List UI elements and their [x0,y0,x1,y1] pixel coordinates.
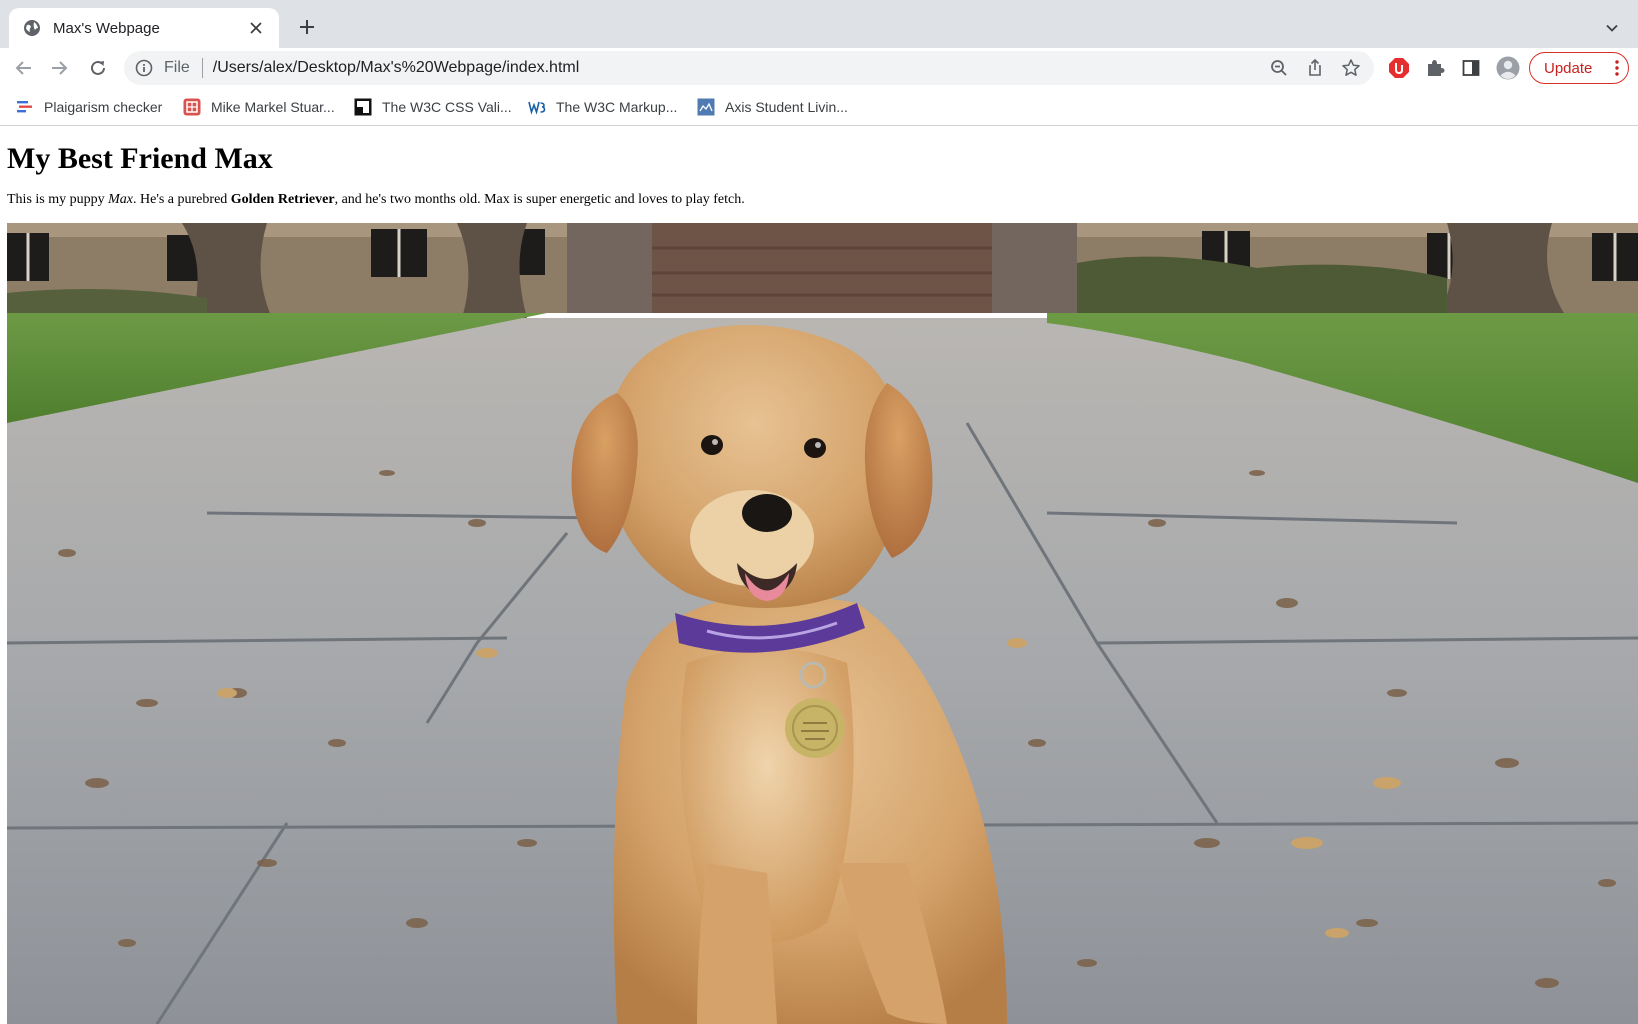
intro-text: . He's a purebred [133,192,231,207]
tab-strip: Max's Webpage [0,0,1638,48]
bookmark-label: The W3C CSS Vali... [382,99,512,115]
close-tab-icon[interactable] [245,17,267,39]
update-button[interactable]: Update [1529,52,1629,84]
page-content: My Best Friend Max This is my puppy Max.… [0,126,1638,1024]
back-arrow-icon[interactable] [10,54,38,82]
side-panel-icon[interactable] [1457,54,1485,82]
intro-text: , and he's two months old. Max is super … [334,192,745,207]
bookmarks-bar: Plaigarism checker Mike Markel Stuar... … [0,88,1638,126]
axis-student-icon [697,98,715,116]
share-icon[interactable] [1302,55,1328,81]
bookmark-plagiarism-checker[interactable]: Plaigarism checker [16,95,162,119]
profile-avatar-icon[interactable] [1494,54,1522,82]
update-label: Update [1544,59,1593,77]
chevron-down-icon[interactable] [1600,16,1624,40]
intro-text: This is my puppy [7,192,109,207]
forward-arrow-icon[interactable] [45,54,73,82]
puppy-photo [7,223,1638,1024]
bookmark-w3c-markup[interactable]: The W3C Markup... [528,95,677,119]
reload-icon[interactable] [84,54,112,82]
mike-markel-icon [183,98,201,116]
bookmark-label: The W3C Markup... [556,99,678,115]
url-input[interactable] [212,59,913,77]
w3c-markup-icon [528,98,546,116]
address-bar[interactable]: File [124,51,1374,85]
bookmark-axis-student-living[interactable]: Axis Student Livin... [697,95,848,119]
extensions-puzzle-icon[interactable] [1421,54,1449,82]
bookmark-w3c-css[interactable]: The W3C CSS Vali... [354,95,512,119]
info-icon[interactable] [134,58,154,78]
tab-title: Max's Webpage [53,19,160,37]
browser-toolbar: File /Users/alex/Desktop/Max's%20Webpage… [0,48,1638,88]
dog-breed: Golden Retriever [230,192,335,207]
dog-name: Max [108,192,134,207]
globe-icon [23,19,41,37]
zoom-icon[interactable] [1266,55,1292,81]
more-vertical-icon[interactable] [1614,59,1620,82]
w3c-css-icon [354,98,372,116]
plagiarism-checker-icon [16,98,34,116]
bookmark-label: Plaigarism checker [44,99,163,115]
address-divider [201,58,203,78]
new-tab-icon[interactable] [294,14,320,40]
tab-maxs-webpage[interactable]: Max's Webpage [9,8,279,48]
bookmark-label: Mike Markel Stuar... [211,99,335,115]
bookmark-mike-markel[interactable]: Mike Markel Stuar... [183,95,335,119]
page-heading: My Best Friend Max [7,142,273,175]
bookmark-star-icon[interactable] [1338,55,1364,81]
intro-paragraph: This is my puppy Max. He's a purebred Go… [7,192,745,208]
bookmark-label: Axis Student Livin... [725,99,848,115]
adblock-extension-icon[interactable] [1385,54,1413,82]
scheme-label: File [164,59,190,76]
